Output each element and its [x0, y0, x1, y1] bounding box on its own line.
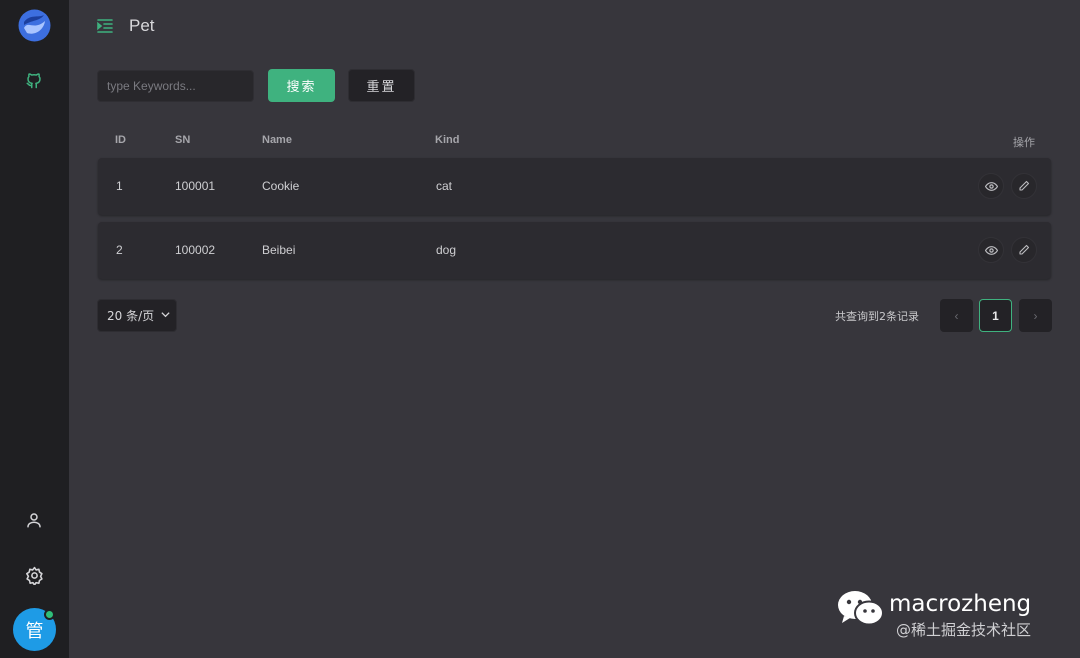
- next-page-button[interactable]: ›: [1019, 299, 1052, 332]
- status-badge: [44, 609, 55, 620]
- chevron-down-icon: [160, 309, 171, 323]
- github-icon[interactable]: [22, 68, 46, 92]
- column-header-actions: 操作: [1013, 136, 1035, 149]
- page-size-label: 20 条/页: [107, 309, 155, 323]
- total-records: 共查询到2条记录: [835, 310, 919, 323]
- cell-id: 1: [116, 179, 123, 193]
- cell-id: 2: [116, 243, 123, 257]
- brand-logo-icon[interactable]: [18, 9, 51, 42]
- watermark-name: macrozheng: [889, 591, 1032, 617]
- prev-page-button[interactable]: ‹: [940, 299, 973, 332]
- column-header-kind: Kind: [435, 134, 460, 146]
- column-header-sn: SN: [175, 134, 191, 146]
- page-button-current[interactable]: 1: [979, 299, 1012, 332]
- user-icon[interactable]: [22, 508, 46, 532]
- cell-name: Cookie: [262, 179, 300, 193]
- cell-sn: 100002: [175, 243, 216, 257]
- search-input[interactable]: [97, 70, 254, 102]
- table-row[interactable]: 1 100001 Cookie cat: [98, 158, 1051, 215]
- column-header-id: ID: [115, 134, 126, 146]
- cell-sn: 100001: [175, 179, 216, 193]
- column-header-name: Name: [262, 134, 292, 146]
- edit-button[interactable]: [1011, 173, 1037, 199]
- cell-kind: dog: [436, 243, 457, 257]
- cell-kind: cat: [436, 179, 453, 193]
- edit-button[interactable]: [1011, 237, 1037, 263]
- watermark: macrozheng @稀土掘金技术社区: [836, 588, 1066, 648]
- gear-icon[interactable]: [22, 563, 46, 587]
- search-button[interactable]: 搜索: [268, 69, 335, 102]
- page-size-select[interactable]: 20 条/页: [97, 299, 177, 332]
- view-button[interactable]: [978, 173, 1004, 199]
- reset-button[interactable]: 重置: [348, 69, 415, 102]
- menu-fold-icon[interactable]: [96, 17, 114, 35]
- view-button[interactable]: [978, 237, 1004, 263]
- table-row[interactable]: 2 100002 Beibei dog: [98, 222, 1051, 279]
- sidebar: 管: [0, 0, 69, 658]
- cell-name: Beibei: [262, 243, 296, 257]
- wechat-icon: [838, 591, 884, 626]
- watermark-subtitle: @稀土掘金技术社区: [896, 621, 1032, 639]
- page-title: Pet: [129, 16, 155, 35]
